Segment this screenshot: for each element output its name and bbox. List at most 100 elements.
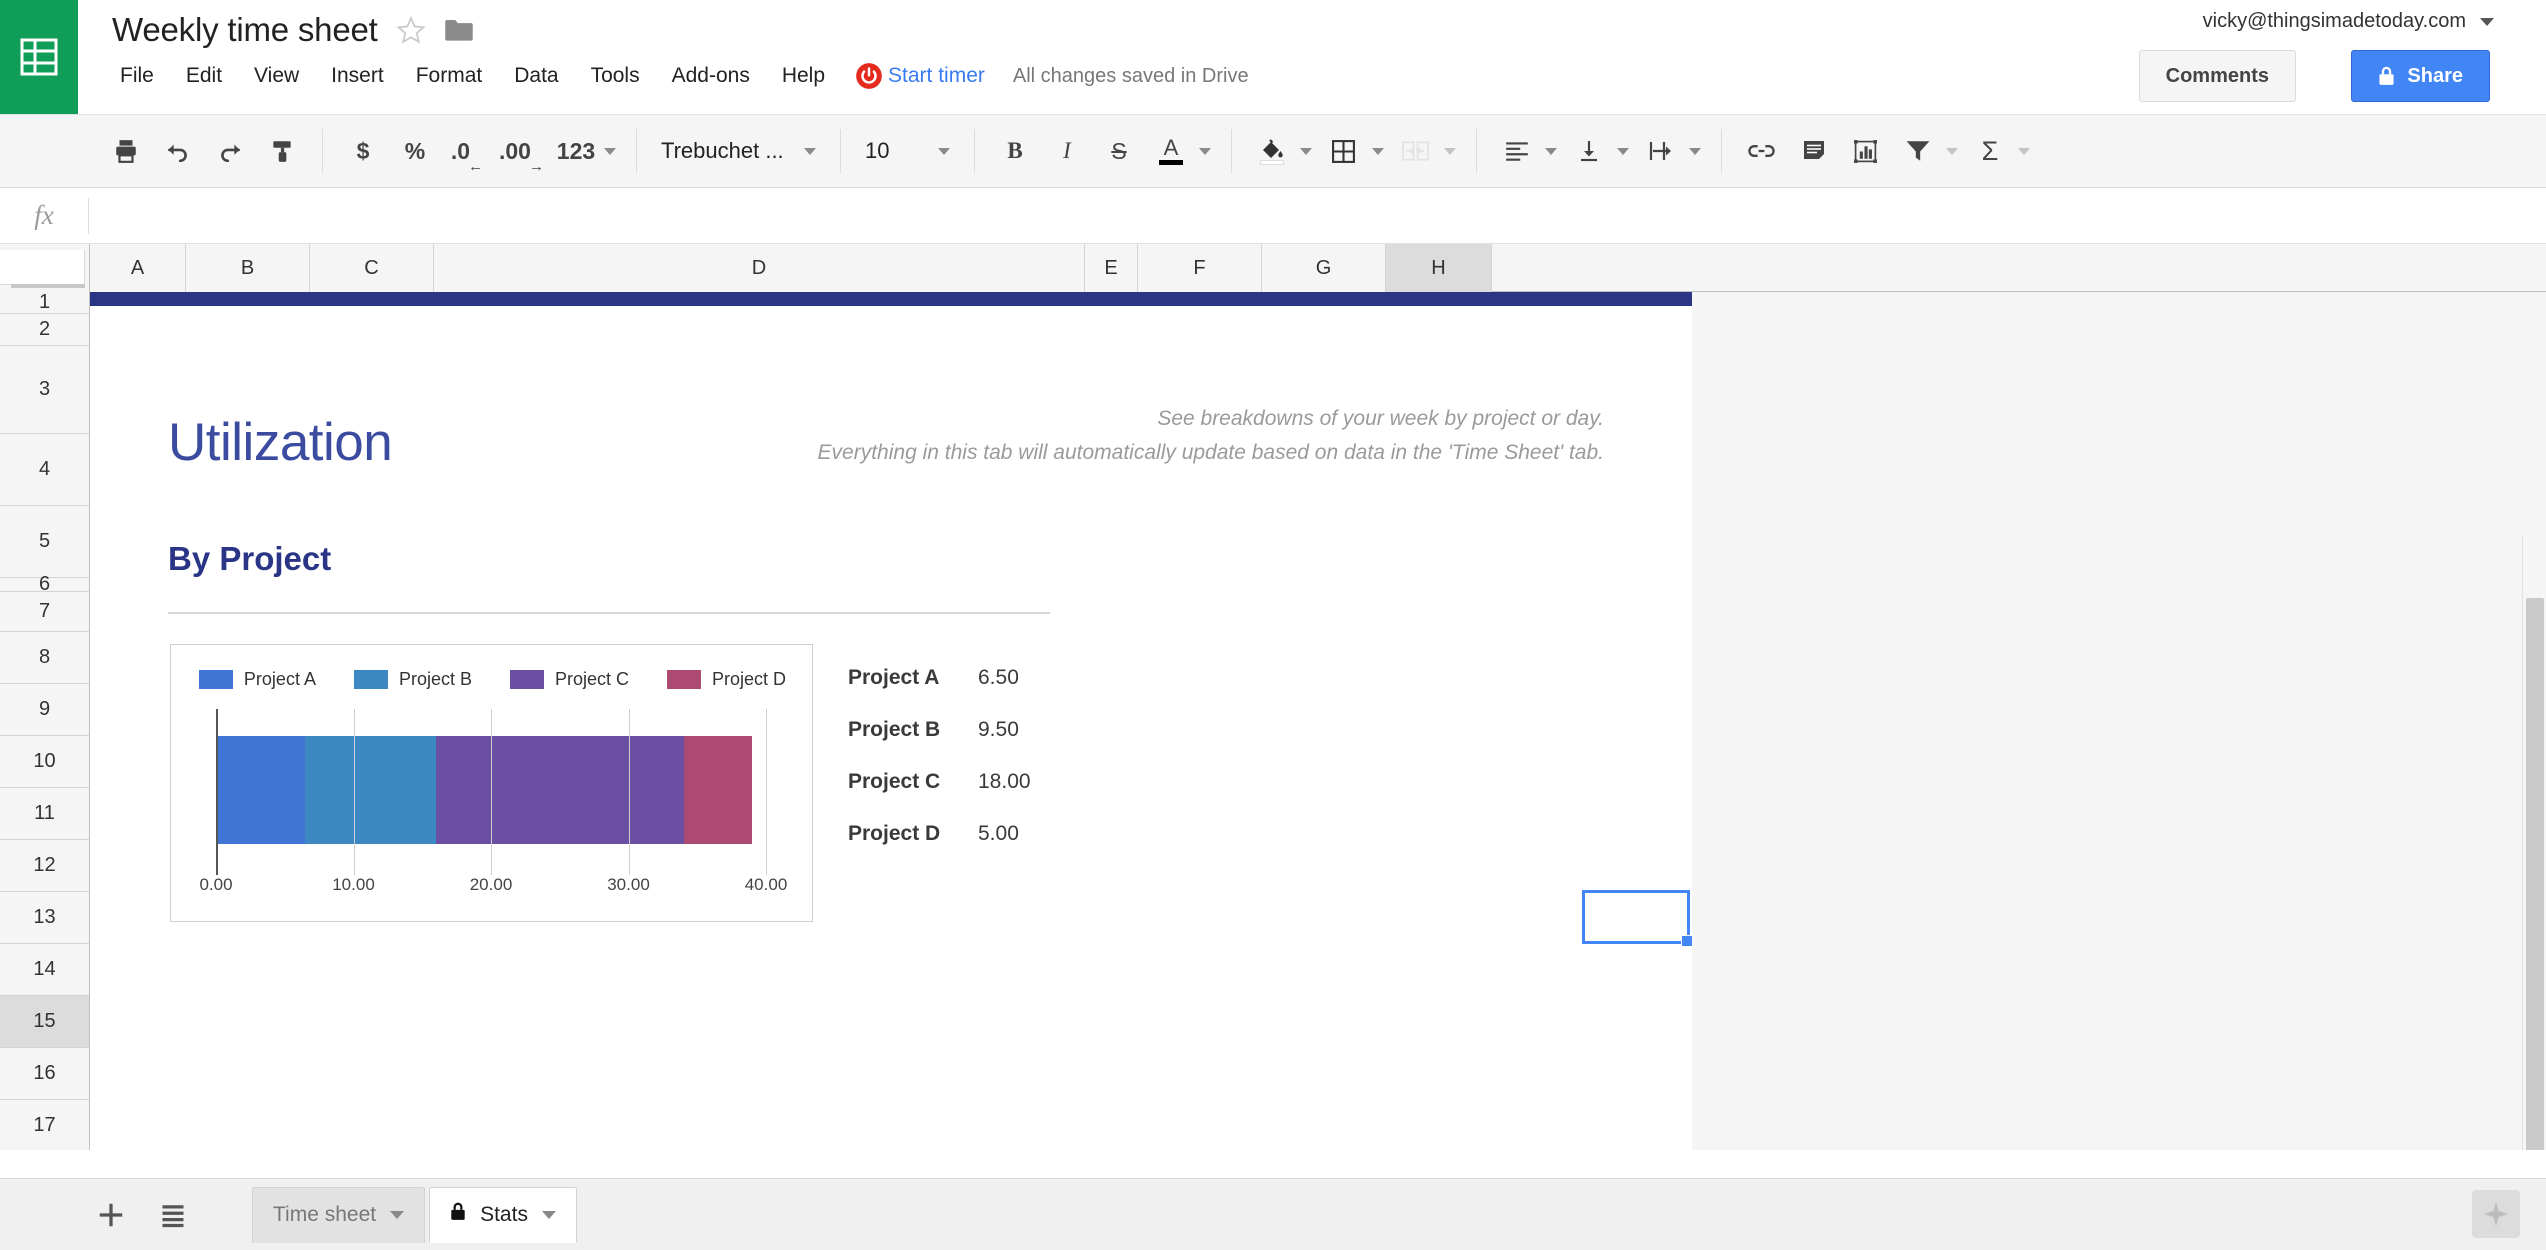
currency-format-button[interactable]: $ — [339, 127, 387, 175]
row-header-6[interactable]: 6 — [0, 573, 90, 595]
paint-roller-icon[interactable] — [258, 127, 306, 175]
row-header-4[interactable]: 4 — [0, 434, 90, 506]
strikethrough-button[interactable]: S — [1095, 127, 1143, 175]
explore-icon[interactable] — [2472, 1190, 2520, 1238]
vertical-scrollbar-thumb[interactable] — [2526, 598, 2544, 1150]
valign-dropdown-icon[interactable] — [1616, 147, 1629, 155]
menu-item-file[interactable]: File — [112, 60, 170, 92]
page-title[interactable]: Weekly time sheet — [112, 8, 378, 52]
column-header-a[interactable]: A — [90, 244, 186, 292]
menu-item-help[interactable]: Help — [766, 60, 841, 92]
text-color-dropdown-icon[interactable] — [1198, 147, 1211, 155]
sigma-icon[interactable]: Σ — [1966, 127, 2014, 175]
chevron-down-icon[interactable] — [390, 1211, 405, 1219]
column-header-c[interactable]: C — [310, 244, 434, 292]
bold-button[interactable]: B — [991, 127, 1039, 175]
row-header-8[interactable]: 8 — [0, 632, 90, 684]
functions-dropdown-icon[interactable] — [2017, 147, 2030, 155]
text-color-button[interactable]: A — [1147, 127, 1195, 175]
link-icon[interactable] — [1738, 127, 1786, 175]
selected-cell-h15[interactable] — [1582, 890, 1693, 947]
row-header-5[interactable]: 5 — [0, 506, 90, 578]
row-header-10[interactable]: 10 — [0, 736, 90, 788]
row-header-12[interactable]: 12 — [0, 840, 90, 892]
column-header-f[interactable]: F — [1138, 244, 1262, 292]
toolbar-group-insert: Σ — [1736, 114, 2036, 188]
menu-item-data[interactable]: Data — [498, 60, 574, 92]
star-outline-icon[interactable] — [396, 15, 426, 45]
menu-item-insert[interactable]: Insert — [315, 60, 400, 92]
sheet-tab-time-sheet[interactable]: Time sheet — [252, 1186, 426, 1243]
print-icon[interactable] — [102, 127, 150, 175]
row-header-17[interactable]: 17 — [0, 1100, 90, 1150]
menu-item-tools[interactable]: Tools — [575, 60, 656, 92]
folder-icon[interactable] — [444, 17, 474, 43]
row-header-2[interactable]: 2 — [0, 314, 90, 346]
chevron-down-icon[interactable] — [541, 1210, 556, 1219]
column-header-h[interactable]: H — [1386, 244, 1492, 292]
formula-input[interactable] — [89, 187, 2546, 244]
undo-icon[interactable] — [154, 127, 202, 175]
row-header-13[interactable]: 13 — [0, 892, 90, 944]
menu-item-addons[interactable]: Add-ons — [656, 60, 766, 92]
start-timer-button[interactable]: Start timer — [855, 62, 985, 90]
borders-dropdown-icon[interactable] — [1371, 147, 1384, 155]
sheet-tab-stats[interactable]: Stats — [429, 1186, 577, 1243]
italic-button[interactable]: I — [1043, 127, 1091, 175]
plus-icon[interactable] — [88, 1192, 134, 1238]
sheets-logo[interactable] — [0, 0, 78, 114]
align-left-icon[interactable] — [1493, 127, 1541, 175]
column-header-g[interactable]: G — [1262, 244, 1386, 292]
font-size-select[interactable]: 10 — [855, 127, 960, 175]
share-button[interactable]: Share — [2351, 50, 2490, 102]
chart-bar-segment-project-b[interactable] — [305, 736, 436, 844]
row-header-15[interactable]: 15 — [0, 996, 90, 1048]
chart-icon[interactable] — [1842, 127, 1890, 175]
comments-button[interactable]: Comments — [2138, 50, 2296, 102]
chart-bar-segment-project-d[interactable] — [683, 736, 753, 844]
sheet-area[interactable]: Utilization See breakdowns of your week … — [90, 292, 2546, 1150]
increase-decimal-button[interactable]: .00 → — [495, 127, 548, 176]
bar-chart[interactable]: Project A Project B Project C Project D 0.0… — [170, 644, 813, 922]
legend-item-4: Project D — [667, 669, 786, 690]
menu-item-format[interactable]: Format — [400, 60, 499, 92]
merge-cells-icon[interactable] — [1392, 127, 1440, 175]
row-header-9[interactable]: 9 — [0, 684, 90, 736]
account-menu[interactable]: vicky@thingsimadetoday.com — [2203, 10, 2494, 33]
filter-dropdown-icon[interactable] — [1945, 147, 1958, 155]
row-header-14[interactable]: 14 — [0, 944, 90, 996]
merge-cells-dropdown-icon[interactable] — [1443, 147, 1456, 155]
redo-icon[interactable] — [206, 127, 254, 175]
row-header-11[interactable]: 11 — [0, 788, 90, 840]
borders-icon[interactable] — [1320, 127, 1368, 175]
text-wrap-icon[interactable] — [1637, 127, 1685, 175]
menu-item-view[interactable]: View — [238, 60, 315, 92]
chart-bar-segment-project-a[interactable] — [216, 736, 306, 844]
comment-icon[interactable] — [1790, 127, 1838, 175]
fill-color-dropdown-icon[interactable] — [1299, 147, 1312, 155]
filter-icon[interactable] — [1894, 127, 1942, 175]
hamburger-list-icon[interactable] — [150, 1192, 196, 1238]
percent-format-button[interactable]: % — [391, 127, 439, 175]
row-header-16[interactable]: 16 — [0, 1048, 90, 1100]
vertical-scrollbar[interactable] — [2522, 536, 2546, 1150]
more-formats-button[interactable]: 123 — [552, 127, 600, 175]
row-header-3[interactable]: 3 — [0, 346, 90, 434]
align-dropdown-icon[interactable] — [1544, 147, 1557, 155]
decrease-decimal-button[interactable]: .0 ← — [443, 127, 491, 176]
project-hours-cell: 6.50 — [978, 666, 1019, 689]
row-header-1[interactable]: 1 — [0, 291, 90, 314]
column-header-e[interactable]: E — [1085, 244, 1138, 292]
chart-bar-segment-project-c[interactable] — [436, 736, 684, 844]
row-header-7[interactable]: 7 — [0, 592, 90, 632]
select-all-corner[interactable] — [0, 244, 90, 292]
fill-color-icon[interactable] — [1248, 127, 1296, 175]
fill-handle[interactable] — [1681, 935, 1693, 947]
column-header-b[interactable]: B — [186, 244, 310, 292]
more-formats-dropdown-icon[interactable] — [603, 147, 616, 155]
text-wrap-dropdown-icon[interactable] — [1688, 147, 1701, 155]
menu-item-edit[interactable]: Edit — [170, 60, 238, 92]
align-bottom-icon[interactable] — [1565, 127, 1613, 175]
column-header-d[interactable]: D — [434, 244, 1085, 292]
font-family-select[interactable]: Trebuchet ... — [651, 127, 826, 175]
